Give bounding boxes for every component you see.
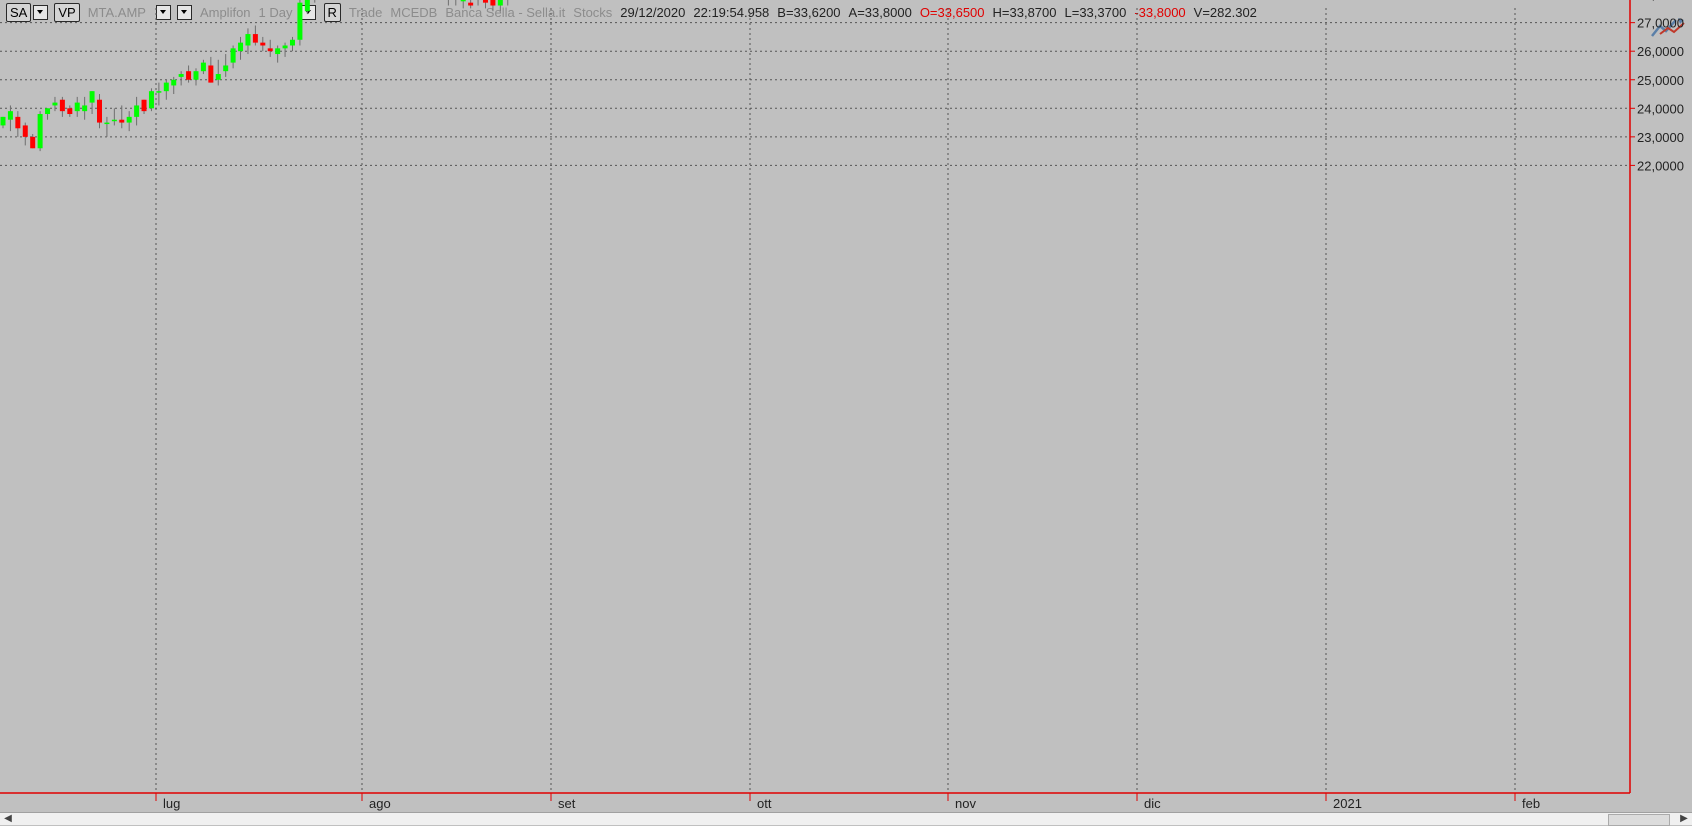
candle-body (89, 91, 95, 103)
candle-body (468, 2, 474, 6)
candle-body (126, 116, 132, 123)
x-tick-label: nov (955, 796, 976, 811)
candle-body (260, 42, 266, 46)
candle-body (482, 0, 488, 3)
candle-body (186, 71, 192, 80)
candle-body (30, 136, 36, 149)
x-tick-label: ago (369, 796, 391, 811)
candle-body (490, 0, 496, 6)
scroll-left-icon[interactable]: ◀ (0, 813, 16, 825)
candlestick-chart[interactable]: 22,0000 23,0000 24,0000 25,0000 26,0000 27,00… (0, 0, 1692, 812)
candle-body (15, 116, 21, 129)
candle-body (282, 45, 288, 49)
x-tick-label: feb (1522, 796, 1540, 811)
candle-body (59, 99, 65, 112)
candle-body (96, 99, 102, 123)
candle-body (82, 105, 88, 112)
candle-body (267, 48, 273, 52)
candle-body (156, 91, 162, 93)
candle-body (52, 102, 58, 106)
y-tick-label: 28,0000 (1637, 0, 1684, 2)
candle-body (134, 105, 140, 117)
candle-body (171, 79, 177, 86)
candle-body (497, 0, 503, 6)
candle-body (104, 122, 110, 125)
candle-body (7, 111, 13, 120)
y-tick-label: 23,0000 (1637, 130, 1684, 145)
x-tick-label: set (558, 796, 576, 811)
candle-body (230, 48, 236, 63)
candle-body (238, 42, 244, 52)
candle-body (74, 102, 80, 112)
candle-body (460, 0, 466, 2)
candle-body (67, 108, 73, 115)
candle-body (0, 116, 6, 126)
y-tick-label: 27,0000 (1637, 16, 1684, 31)
x-tick-label: ott (757, 796, 772, 811)
x-tick-label: 2021 (1333, 796, 1362, 811)
candle-body (275, 48, 281, 55)
scroll-right-icon[interactable]: ▶ (1676, 813, 1692, 825)
candle-body (111, 119, 117, 122)
candle-body (289, 39, 295, 46)
candle-body (119, 119, 125, 123)
candle-body (193, 71, 199, 80)
candle-body (252, 34, 258, 43)
candle-body (45, 108, 51, 115)
y-tick-label: 24,0000 (1637, 101, 1684, 116)
chart-grid (0, 8, 1630, 793)
candle-body (215, 74, 221, 80)
x-tick-label: lug (163, 796, 180, 811)
y-tick-label: 25,0000 (1637, 73, 1684, 88)
x-tick-label: dic (1144, 796, 1161, 811)
candle-body (223, 65, 229, 72)
candle-body (163, 82, 169, 92)
y-tick-label: 22,0000 (1637, 158, 1684, 173)
candle-body (37, 114, 43, 149)
candle-body (178, 74, 184, 77)
candle-body (200, 62, 206, 72)
y-tick-label: 26,0000 (1637, 44, 1684, 59)
candle-body (208, 65, 214, 83)
chart-axes: 22,0000 23,0000 24,0000 25,0000 26,0000 27,00… (0, 0, 1684, 811)
candle-body (304, 0, 310, 12)
candle-body (148, 91, 154, 109)
horizontal-scrollbar[interactable]: ◀ ▶ (0, 812, 1692, 826)
candle-body (22, 125, 28, 137)
scrollbar-thumb[interactable] (1608, 814, 1670, 826)
candle-body (245, 34, 251, 46)
candle-body (297, 2, 303, 40)
candle-body (141, 99, 147, 112)
